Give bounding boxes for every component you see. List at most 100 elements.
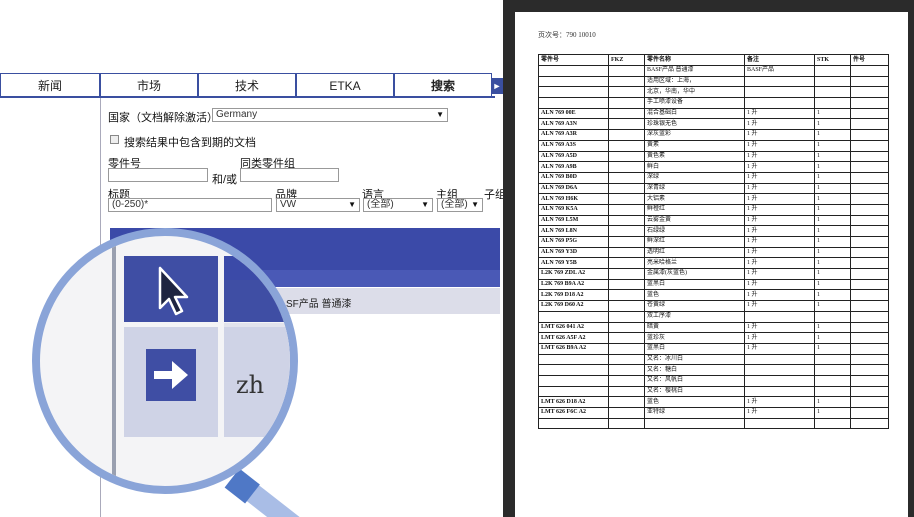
result-row-text: SF产品 普通漆 — [286, 299, 352, 310]
brand-select[interactable]: VW ▼ — [276, 198, 360, 212]
main-group-select[interactable]: (全部) ▼ — [437, 198, 483, 212]
cell-part-name: 鲜白 — [644, 161, 745, 173]
part-number-input[interactable] — [108, 168, 208, 182]
cell-part-number: ALN 769 K5A — [538, 203, 609, 216]
cell-item-number — [850, 203, 889, 216]
table-row: ALN 769 H6K 大铝素 1 升1 — [538, 193, 889, 205]
tab-etka[interactable]: ETKA — [296, 73, 394, 97]
cell-item-number — [850, 374, 889, 387]
table-row: ALN 769 A3S 黄素 1 升1 — [538, 139, 889, 152]
cell-part-name: 珍珠银无色 — [644, 118, 745, 131]
document-page: 页次号：790 10010 零件号 FKZ 零件名称 备注 STK 件号 BAS… — [515, 12, 908, 517]
cell-remark — [744, 97, 815, 109]
title-input[interactable]: (0-250)* — [108, 198, 272, 212]
cell-stk — [814, 97, 851, 109]
table-row: ALN 769 B0D 深绿 1 升1 — [538, 171, 889, 184]
cell-fkz — [608, 353, 645, 366]
cell-stk: 1 — [814, 396, 851, 408]
cell-fkz — [608, 193, 645, 205]
table-row: L2K 769 ZDL A2 金属漆(灰蓝色) 1 升1 — [538, 268, 889, 280]
cell-part-name: 深青绿 — [644, 182, 745, 195]
table-row: 手工喷漆设备 — [538, 97, 889, 109]
cell-stk: 1 — [814, 129, 851, 141]
include-expired-checkbox[interactable] — [110, 135, 119, 144]
sub-group-label: 子组 — [484, 189, 503, 201]
tab-market[interactable]: 市场 — [100, 73, 198, 97]
cell-remark: 1 升 — [744, 246, 815, 259]
col-header-item-number: 件号 — [850, 54, 889, 66]
cell-fkz — [608, 278, 645, 291]
go-button[interactable] — [146, 349, 196, 401]
cell-item-number — [850, 310, 889, 323]
table-header-row: 零件号 FKZ 零件名称 备注 STK 件号 — [538, 54, 889, 66]
cell-item-number — [850, 214, 889, 227]
cell-fkz — [608, 310, 645, 323]
cell-item-number — [850, 289, 889, 302]
cell-remark: 1 升 — [744, 203, 815, 216]
cell-part-name: BASF产品 普通漆 — [644, 65, 745, 77]
cell-part-name: 亮米哈格兰 — [644, 257, 745, 270]
go-button-tile — [124, 327, 218, 437]
cell-remark — [744, 385, 815, 398]
country-select[interactable]: Germany ▼ — [212, 108, 448, 122]
cell-stk — [814, 417, 851, 430]
cell-item-number — [850, 118, 889, 131]
cell-remark: 1 升 — [744, 182, 815, 195]
table-row: ALN 769 Y5B 亮米哈格兰 1 升1 — [538, 257, 889, 270]
cell-part-number: ALN 769 Y5B — [538, 257, 609, 270]
cell-part-name: 适用区域：上海， — [644, 75, 745, 88]
cell-part-number — [538, 353, 609, 366]
main-tab-bar: 新闻 市场 技术 ETKA 搜索 — [0, 73, 503, 97]
col-header-remark: 备注 — [744, 54, 815, 66]
language-switch-tile[interactable]: zh — [224, 327, 290, 437]
cell-item-number — [850, 65, 889, 77]
cell-stk — [814, 75, 851, 88]
tab-scroll-right-icon[interactable]: ► — [491, 78, 503, 94]
cell-remark: 1 升 — [744, 161, 815, 173]
magnified-header-bar — [224, 280, 290, 322]
tab-underline — [0, 96, 495, 98]
tab-technology[interactable]: 技术 — [198, 73, 296, 97]
cell-fkz — [608, 203, 645, 216]
cell-item-number — [850, 353, 889, 366]
cell-item-number — [850, 150, 889, 163]
table-row: BASF产品 普通漆 BASF产品 — [538, 65, 889, 77]
cell-part-name: 蓝色 — [644, 396, 745, 408]
table-row: 又名：樱桃白 — [538, 385, 889, 398]
cell-remark: 1 升 — [744, 236, 815, 248]
similar-group-input[interactable] — [240, 168, 339, 182]
cell-part-name: 又名：风帆白 — [644, 374, 745, 387]
language-select[interactable]: (全部) ▼ — [363, 198, 433, 212]
table-row: ALN 769 L5M 云雾金黄 1 升1 — [538, 214, 889, 227]
cell-stk: 1 — [814, 193, 851, 205]
cell-fkz — [608, 332, 645, 344]
tab-search[interactable]: 搜索 — [394, 73, 492, 97]
table-row: 双工序漆 — [538, 310, 889, 323]
cell-part-number: ALN 769 L5M — [538, 214, 609, 227]
magnified-divider — [112, 236, 116, 486]
cell-part-number — [538, 417, 609, 430]
table-row: 又名：风帆白 — [538, 374, 889, 387]
table-row: 北京，华南，华中 — [538, 86, 889, 99]
cell-remark: 1 升 — [744, 225, 815, 237]
cell-fkz — [608, 417, 645, 430]
cell-item-number — [850, 257, 889, 270]
cell-remark: 1 升 — [744, 129, 815, 141]
magnified-header — [224, 256, 290, 280]
cell-fkz — [608, 407, 645, 419]
cell-remark: 1 升 — [744, 257, 815, 270]
cell-stk: 1 — [814, 300, 851, 312]
cell-stk: 1 — [814, 342, 851, 355]
cell-fkz — [608, 182, 645, 195]
language-code-zh: zh — [236, 371, 265, 399]
cell-remark — [744, 417, 815, 430]
cell-stk: 1 — [814, 107, 851, 120]
table-row: 适用区域：上海， — [538, 75, 889, 88]
table-row: LMT 626 F6C A2 亚特绿 1 升1 — [538, 407, 889, 419]
table-row: LMT 626 041 A2 暗黄 1 升1 — [538, 321, 889, 334]
select-tool-button[interactable] — [124, 256, 218, 322]
tab-news[interactable]: 新闻 — [0, 73, 100, 97]
cell-fkz — [608, 300, 645, 312]
cell-item-number — [850, 171, 889, 184]
cell-part-name: 双工序漆 — [644, 310, 745, 323]
